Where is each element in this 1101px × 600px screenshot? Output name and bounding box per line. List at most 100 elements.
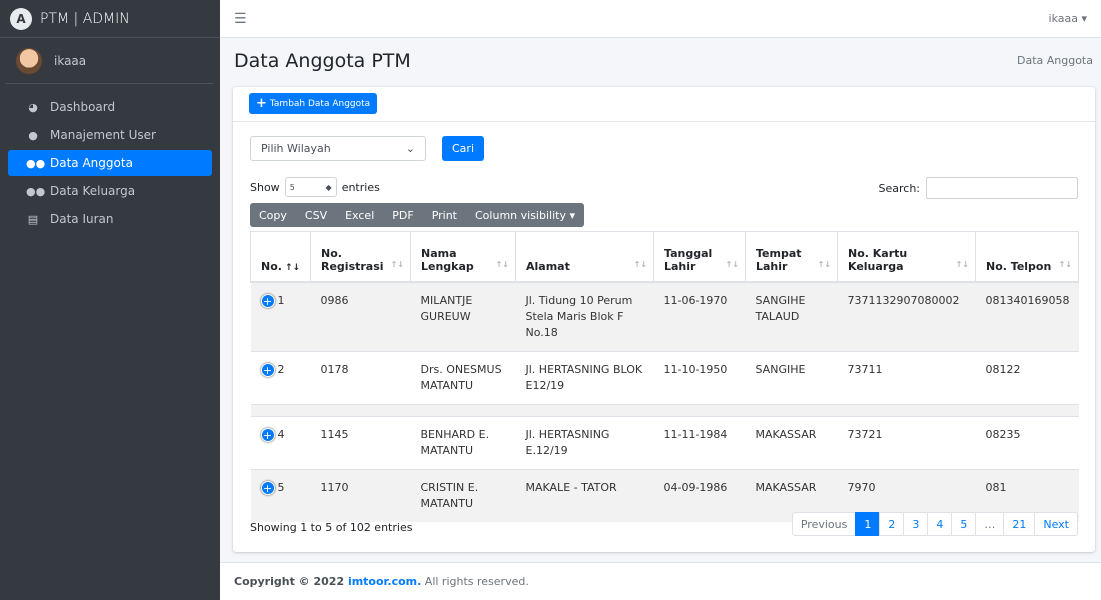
page-title: Data Anggota PTM (234, 50, 411, 72)
brand-logo-icon: A (10, 7, 32, 30)
pagination-page-5[interactable]: 5 (951, 512, 977, 536)
cell-tgl: 11-10-1950 (653, 350, 746, 404)
cell-tgl: 04-09-1986 (653, 468, 746, 522)
table-search: Search: (878, 177, 1078, 199)
cell-telp: 081340169058 (975, 281, 1079, 351)
sidebar-item-data-anggota[interactable]: ●● Data Anggota (8, 150, 212, 176)
column-visibility-button[interactable]: Column visibility ▾ (466, 209, 584, 222)
plus-icon: + (256, 96, 267, 111)
pagination-ellipsis: … (975, 512, 1005, 536)
menu-toggle-icon[interactable]: ☰ (234, 11, 247, 27)
cell-reg: 1145 (310, 415, 411, 469)
user-menu-dropdown[interactable]: ikaaa ▾ (1049, 12, 1087, 25)
col-header-nama[interactable]: Nama Lengkap ↑↓ (410, 231, 516, 283)
pagination-page-4[interactable]: 4 (927, 512, 953, 536)
sidebar-item-dashboard[interactable]: ◕ Dashboard (8, 94, 212, 120)
expand-row-icon[interactable]: + (260, 480, 275, 495)
table-row[interactable]: +2 0178 Drs. ONESMUS MATANTU Jl. HERTASN… (250, 350, 1079, 404)
user-panel[interactable]: ikaaa (6, 38, 214, 84)
cell-reg: 1170 (310, 468, 411, 522)
users-icon: ●● (26, 156, 46, 170)
cell-alamat: MAKALE - TATOR (515, 468, 654, 522)
brand[interactable]: A PTM | ADMIN (0, 0, 220, 38)
page-length-value: 5 (289, 182, 295, 192)
col-header-tempat[interactable]: Tempat Lahir ↑↓ (745, 231, 838, 283)
cell-no: +1 (250, 281, 311, 351)
sort-icon: ↑↓ (633, 259, 647, 269)
sidebar-item-label: Data Iuran (50, 212, 114, 226)
cell-no: +5 (250, 468, 311, 522)
cell-nama: Drs. ONESMUS MATANTU (410, 350, 516, 404)
show-label: Show (250, 180, 280, 194)
sidebar-user-name[interactable]: ikaaa (54, 54, 86, 68)
entries-label: entries (341, 180, 380, 194)
col-header-telpon[interactable]: No. Telpon ↑↓ (975, 231, 1079, 283)
cell-telp: 08122 (975, 350, 1079, 404)
search-filter-button[interactable]: Cari (442, 136, 484, 161)
cell-alamat: Jl. HERTASNING E.12/19 (515, 415, 654, 469)
footer-suffix: All rights reserved. (421, 575, 529, 588)
cell-nama: BENHARD E. MATANTU (410, 415, 516, 469)
col-header-no[interactable]: No. ↑↓ (250, 231, 311, 283)
members-table: No. ↑↓ No. Registrasi ↑↓ Nama Lengkap ↑↓ Al… (250, 231, 1079, 522)
pdf-button[interactable]: PDF (383, 209, 422, 222)
card-header: + Tambah Data Anggota (233, 87, 1095, 122)
pagination-page-2[interactable]: 2 (879, 512, 905, 536)
cell-reg: 0178 (310, 350, 411, 404)
expand-row-icon[interactable]: + (260, 427, 275, 442)
cell-tempat: SANGIHE TALAUD (745, 281, 838, 351)
sort-icon: ↑↓ (495, 259, 509, 269)
data-card: + Tambah Data Anggota Pilih Wilayah ⌄ Ca… (233, 87, 1095, 552)
sort-icon: ↑↓ (1058, 259, 1072, 269)
breadcrumb[interactable]: Data Anggota (1017, 54, 1093, 67)
cell-no: +4 (250, 415, 311, 469)
sidebar-item-label: Manajement User (50, 128, 156, 142)
table-row[interactable]: +1 0986 MILANTJE GUREUW Jl. Tidung 10 Pe… (250, 281, 1079, 351)
sort-icon: ↑↓ (955, 259, 969, 269)
sort-icon: ↑↓ (390, 259, 404, 269)
table-row[interactable]: +4 1145 BENHARD E. MATANTU Jl. HERTASNIN… (250, 415, 1079, 469)
dashboard-icon: ◕ (28, 100, 38, 114)
copy-button[interactable]: Copy (250, 209, 296, 222)
cell-tgl: 11-06-1970 (653, 281, 746, 351)
col-header-alamat[interactable]: Alamat ↑↓ (515, 231, 654, 283)
page-length-select[interactable]: 5 ◆ (284, 177, 337, 197)
sort-icon: ↑↓ (817, 259, 831, 269)
pagination-page-1[interactable]: 1 (855, 512, 881, 536)
region-select[interactable]: Pilih Wilayah ⌄ (250, 136, 426, 161)
sidebar-item-data-iuran[interactable]: ▤ Data Iuran (8, 206, 212, 232)
table-row (250, 403, 1079, 416)
sidebar-item-manajement-user[interactable]: ● Manajement User (8, 122, 212, 148)
footer-link[interactable]: imtoor.com. (348, 575, 421, 588)
pagination-page-3[interactable]: 3 (903, 512, 929, 536)
sort-updown-icon: ◆ (325, 182, 332, 192)
add-member-button[interactable]: + Tambah Data Anggota (249, 93, 378, 114)
footer: Copyright © 2022 imtoor.com. All rights … (220, 562, 1101, 600)
col-header-kk[interactable]: No. Kartu Keluarga ↑↓ (837, 231, 976, 283)
cell-kk: 7371132907080002 (837, 281, 976, 351)
cell-no: +2 (250, 350, 311, 404)
excel-button[interactable]: Excel (336, 209, 383, 222)
sidebar-nav: ◕ Dashboard ● Manajement User ●● Data An… (0, 94, 220, 232)
members-table-wrap: No. ↑↓ No. Registrasi ↑↓ Nama Lengkap ↑↓ Al… (250, 231, 1079, 522)
cell-alamat: Jl. HERTASNING BLOK E12/19 (515, 350, 654, 404)
search-label: Search: (878, 181, 921, 195)
pagination-page-21[interactable]: 21 (1003, 512, 1036, 536)
col-header-registrasi[interactable]: No. Registrasi ↑↓ (310, 231, 411, 283)
col-header-tanggal[interactable]: Tanggal Lahir ↑↓ (653, 231, 746, 283)
copyright-text: Copyright © 2022 (234, 575, 348, 588)
sidebar-item-label: Data Anggota (50, 156, 133, 170)
brand-text: PTM | ADMIN (40, 10, 130, 27)
sidebar-item-data-keluarga[interactable]: ●● Data Keluarga (8, 178, 212, 204)
search-input[interactable] (926, 177, 1078, 199)
pagination-next[interactable]: Next (1034, 512, 1078, 536)
pagination-previous[interactable]: Previous (791, 512, 857, 536)
csv-button[interactable]: CSV (296, 209, 336, 222)
page-length-control: Show 5 ◆ entries (250, 177, 380, 197)
expand-row-icon[interactable]: + (260, 293, 275, 308)
export-buttons: Copy CSV Excel PDF Print Column visibili… (250, 203, 584, 227)
print-button[interactable]: Print (423, 209, 466, 222)
sidebar-item-label: Dashboard (50, 100, 116, 114)
card-icon: ▤ (27, 212, 39, 226)
expand-row-icon[interactable]: + (260, 362, 275, 377)
